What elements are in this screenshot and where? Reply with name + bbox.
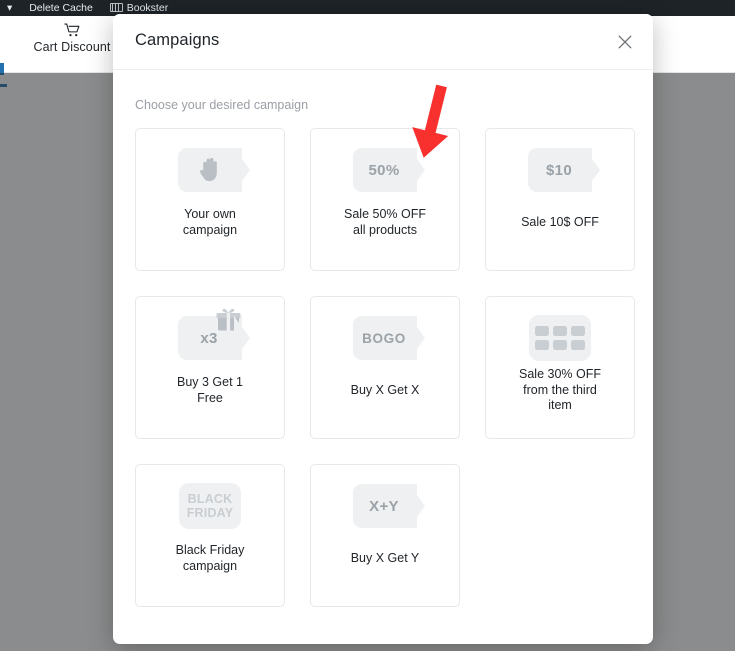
campaign-card-black-friday-campaign[interactable]: BLACK FRIDAY Black Friday campaign <box>135 464 285 607</box>
campaign-badge-wrap: x3 <box>136 297 284 379</box>
price-tag-icon: BOGO <box>353 316 425 360</box>
campaign-card-your-own-campaign[interactable]: Your own campaign <box>135 128 285 271</box>
grid-blocks-icon <box>529 315 591 361</box>
campaign-card-sale-10-dollar-off[interactable]: $10 Sale 10$ OFF <box>485 128 635 271</box>
badge-text: $10 <box>546 161 572 179</box>
block-cell <box>571 340 585 350</box>
close-button[interactable] <box>611 28 639 56</box>
campaign-card-caption: Black Friday campaign <box>175 543 245 573</box>
hand-icon <box>199 157 217 182</box>
barcode-icon <box>109 2 123 12</box>
block-cell <box>553 326 567 336</box>
campaign-card-sale-50-off-all-products[interactable]: 50% Sale 50% OFF all products <box>310 128 460 271</box>
campaign-card-caption: Sale 10$ OFF <box>521 215 599 229</box>
campaigns-modal: Campaigns Choose your desired campaign Y… <box>113 14 653 644</box>
campaign-card-caption: Sale 50% OFF all products <box>344 207 426 237</box>
campaign-card-caption: Sale 30% OFF from the third item <box>519 367 601 412</box>
campaign-card-buy-x-get-y[interactable]: X+Y Buy X Get Y <box>310 464 460 607</box>
campaign-card-buy-3-get-1-free[interactable]: x3 Buy 3 Get 1 Free <box>135 296 285 439</box>
screen: ▾ Delete Cache Bookster Cart Discount e … <box>0 0 735 651</box>
badge-text: 50% <box>368 161 400 179</box>
hand-icon <box>178 148 250 192</box>
price-tag-icon: $10 <box>528 148 600 192</box>
cart-discount-label: Cart Discount <box>33 40 111 54</box>
badge-text: X+Y <box>369 497 399 515</box>
close-icon <box>618 35 632 49</box>
badge-text: BLACK FRIDAY <box>186 492 234 520</box>
instruction-label: Choose your desired campaign <box>135 98 309 112</box>
price-tag-icon: X+Y <box>353 484 425 528</box>
block-cell <box>535 340 549 350</box>
admin-bar-item-delete-cache[interactable]: Delete Cache <box>22 0 100 16</box>
campaign-badge-wrap <box>136 129 284 211</box>
modal-title: Campaigns <box>135 31 220 49</box>
campaign-card-caption: Buy 3 Get 1 Free <box>176 375 243 405</box>
black-friday-icon: BLACK FRIDAY <box>179 483 241 529</box>
price-tag-icon: 50% <box>353 148 425 192</box>
shopping-cart-icon <box>63 23 79 37</box>
modal-header: Campaigns <box>113 14 653 70</box>
campaign-card-caption: Your own campaign <box>182 207 238 237</box>
campaign-card-sale-30-off-from-third-item[interactable]: Sale 30% OFF from the third item <box>485 296 635 439</box>
campaign-badge-wrap: BOGO <box>311 297 459 379</box>
campaign-grid: Your own campaign 50% Sale 50% OFF all produ… <box>135 128 635 607</box>
badge-text: x3 <box>200 329 218 347</box>
campaign-badge-wrap: $10 <box>486 129 634 211</box>
admin-bar-caret-icon[interactable]: ▾ <box>0 0 19 16</box>
badge-text: BOGO <box>362 330 406 346</box>
campaign-card-caption: Buy X Get X <box>350 383 420 397</box>
campaign-badge-wrap: X+Y <box>311 465 459 547</box>
cart-discount-button[interactable]: Cart Discount <box>26 22 118 54</box>
blocks-group <box>535 326 585 350</box>
gift-icon <box>216 308 241 331</box>
block-cell <box>553 340 567 350</box>
modal-body: Choose your desired campaign Your own cam… <box>113 70 653 607</box>
block-cell <box>535 326 549 336</box>
campaign-card-buy-x-get-x[interactable]: BOGO Buy X Get X <box>310 296 460 439</box>
campaign-card-caption: Buy X Get Y <box>350 551 420 565</box>
campaign-badge-wrap: BLACK FRIDAY <box>136 465 284 547</box>
gift-icon: x3 <box>178 308 250 360</box>
block-cell <box>571 326 585 336</box>
campaign-badge-wrap: 50% <box>311 129 459 211</box>
admin-bar-bookster-label: Bookster <box>126 2 169 14</box>
